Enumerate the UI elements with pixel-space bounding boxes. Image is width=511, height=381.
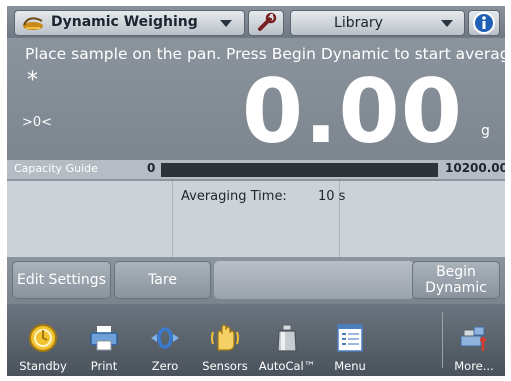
edit-settings-button[interactable]: Edit Settings <box>12 261 111 299</box>
nav-zero[interactable]: Zero <box>134 304 196 376</box>
action-bar: Edit Settings Tare Begin Dynamic <box>7 257 505 304</box>
nav-menu-label: Menu <box>334 359 366 373</box>
info-button[interactable] <box>468 10 500 36</box>
application-label: Dynamic Weighing <box>51 14 198 30</box>
nav-menu[interactable]: Menu <box>319 304 381 376</box>
nav-more-label: More... <box>454 359 494 373</box>
library-selector[interactable]: Library <box>290 10 465 36</box>
begin-dynamic-button[interactable]: Begin Dynamic <box>412 261 500 299</box>
application-settings-button[interactable] <box>248 10 284 36</box>
nav-sensors[interactable]: Sensors <box>194 304 256 376</box>
zero-icon <box>151 327 179 349</box>
top-bar: Dynamic Weighing Library <box>7 6 505 38</box>
edit-settings-label: Edit Settings <box>17 272 106 288</box>
dynamic-weighing-icon <box>23 17 43 30</box>
info-icon <box>473 12 495 34</box>
standby-icon <box>29 324 57 352</box>
chevron-down-icon <box>441 20 453 27</box>
info-field-left <box>7 181 173 257</box>
nav-standby-label: Standby <box>19 359 67 373</box>
tare-label: Tare <box>148 272 177 288</box>
capacity-min: 0 <box>147 161 156 175</box>
capacity-guide-label: Capacity Guide <box>14 162 98 175</box>
capacity-bar <box>161 163 438 177</box>
weight-unit[interactable]: g <box>481 123 490 139</box>
begin-dynamic-label-line1: Begin <box>436 264 476 280</box>
empty-action-slot <box>214 261 414 299</box>
weighing-display: Place sample on the pan. Press Begin Dyn… <box>7 38 505 160</box>
info-field-right <box>340 181 505 257</box>
nav-print-label: Print <box>90 359 118 373</box>
averaging-time-label: Averaging Time: <box>181 189 287 204</box>
center-of-zero-indicator: >0< <box>22 115 53 130</box>
begin-dynamic-label-line2: Dynamic <box>425 280 487 296</box>
balance-screen: Dynamic Weighing Library Place sample on… <box>7 6 505 376</box>
hand-sensor-icon <box>211 324 239 351</box>
more-icon <box>460 326 486 351</box>
nav-autocal-label: AutoCal™ <box>258 359 316 373</box>
capacity-max: 10200.00 <box>445 161 505 175</box>
nav-zero-label: Zero <box>151 359 179 373</box>
weight-readout: 0.00 <box>241 60 463 163</box>
info-panel: Averaging Time: 10 s <box>7 181 505 257</box>
application-selector[interactable]: Dynamic Weighing <box>14 10 245 36</box>
nav-more[interactable]: More... <box>443 304 505 376</box>
printer-icon <box>90 326 118 351</box>
tare-button[interactable]: Tare <box>114 261 211 299</box>
calibration-weight-icon <box>277 324 297 352</box>
menu-icon <box>337 324 363 352</box>
nav-standby[interactable]: Standby <box>12 304 74 376</box>
wrench-icon <box>258 12 277 31</box>
chevron-down-icon <box>220 20 232 27</box>
nav-print[interactable]: Print <box>73 304 135 376</box>
capacity-guide: Capacity Guide 0 10200.00 <box>7 160 505 179</box>
library-label: Library <box>334 15 383 31</box>
averaging-time-value: 10 s <box>318 189 346 204</box>
stable-indicator: * <box>27 68 38 93</box>
nav-sensors-label: Sensors <box>202 359 248 373</box>
bottom-navigation: Standby Print Zero Sensors AutoCal™ Menu… <box>7 304 505 376</box>
nav-autocal[interactable]: AutoCal™ <box>256 304 318 376</box>
